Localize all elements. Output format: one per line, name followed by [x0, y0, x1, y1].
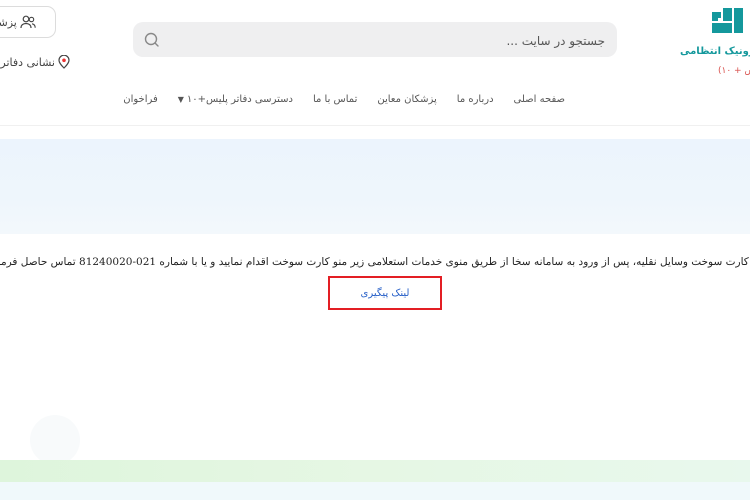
- logo-title: الکترونیک انتظامی: [680, 46, 750, 57]
- users-icon: [20, 15, 36, 29]
- search-icon[interactable]: [143, 31, 160, 48]
- site-header: الکترونیک انتظامی پلیس + ۱۰) پزشکان نشان…: [0, 0, 750, 125]
- address-link-label: نشانی دفاتر: [0, 55, 55, 69]
- main-nav: صفحه اصلی درباره ما پزشکان معاین تماس با…: [123, 94, 565, 105]
- nav-item-call[interactable]: فراخوان: [123, 94, 158, 105]
- footer-strip-inner: [0, 482, 750, 500]
- search-input[interactable]: [183, 22, 607, 59]
- logo-subtitle: پلیس + ۱۰): [718, 66, 750, 76]
- address-link[interactable]: نشانی دفاتر: [0, 53, 70, 71]
- footer-strip: [0, 460, 750, 500]
- nav-item-about[interactable]: درباره ما: [457, 94, 494, 105]
- header-divider: [0, 125, 750, 126]
- notice-text: ت کارت سوخت وسایل نقلیه، پس از ورود به س…: [0, 256, 750, 268]
- logo-mark-icon: [712, 8, 743, 33]
- chevron-down-icon: ▼: [177, 95, 184, 104]
- page-banner: [0, 139, 750, 234]
- nav-item-home[interactable]: صفحه اصلی: [514, 94, 565, 105]
- nav-item-offices-access[interactable]: دسترسی دفاتر پلیس+۱۰ ▼: [178, 94, 293, 105]
- search-box[interactable]: [133, 22, 617, 59]
- floating-chat-button[interactable]: [30, 415, 80, 465]
- doctors-button[interactable]: پزشکان: [0, 6, 56, 38]
- nav-item-offices-access-label: دسترسی دفاتر پلیس+۱۰: [186, 94, 293, 105]
- location-pin-icon: [58, 55, 70, 69]
- nav-item-doctors[interactable]: پزشکان معاین: [377, 94, 436, 105]
- nav-item-contact[interactable]: تماس با ما: [313, 94, 357, 105]
- track-link-highlight: لینک پیگیری: [328, 276, 442, 310]
- track-link[interactable]: لینک پیگیری: [330, 288, 440, 299]
- doctors-button-label: پزشکان: [0, 15, 17, 29]
